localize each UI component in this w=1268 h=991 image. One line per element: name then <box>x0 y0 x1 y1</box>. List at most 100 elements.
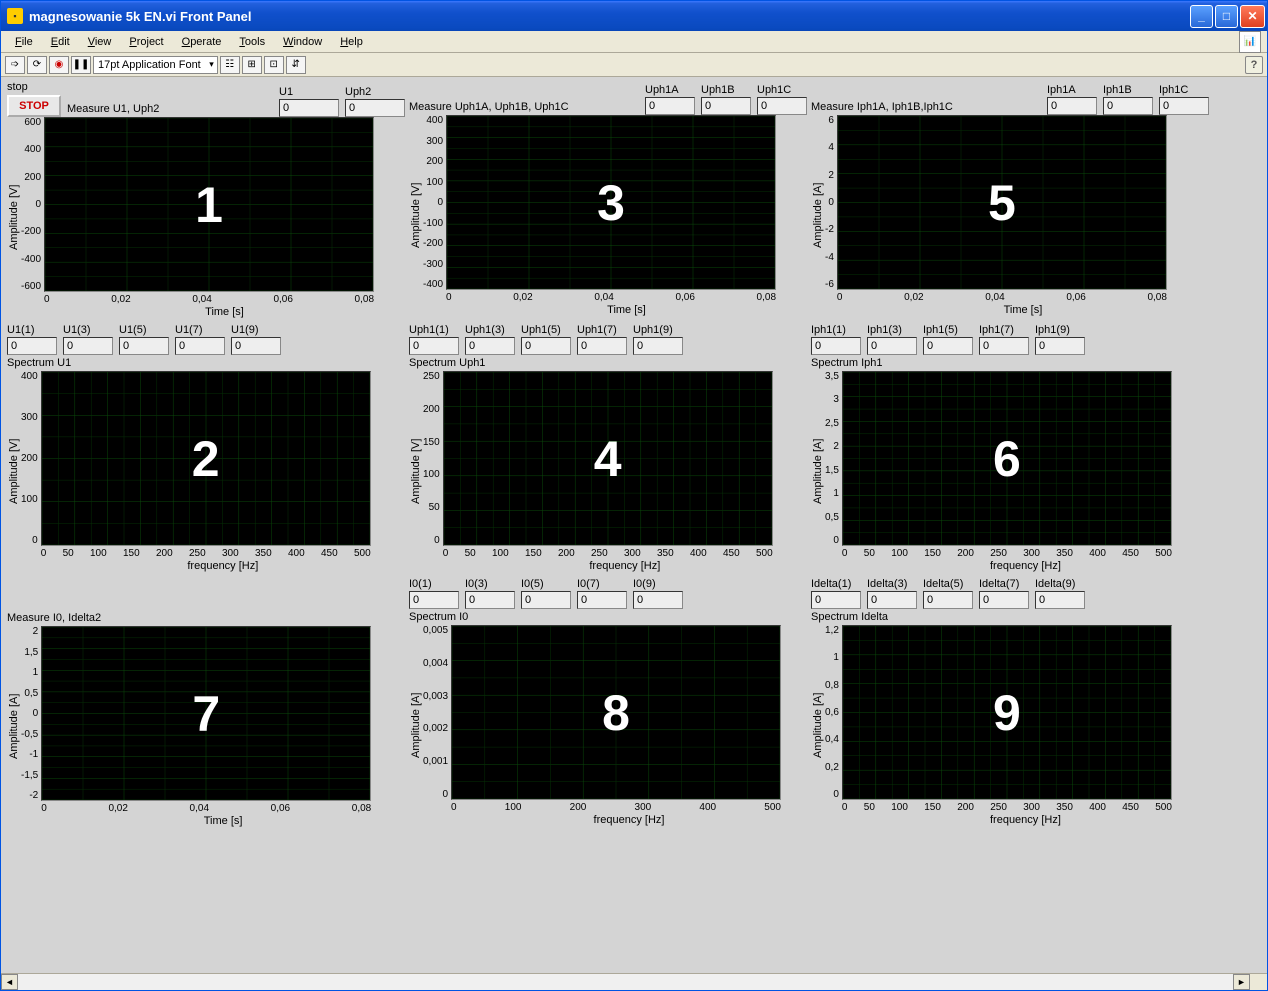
idelta-9-input[interactable] <box>1035 591 1085 609</box>
reorder-button[interactable]: ⇵ <box>286 56 306 74</box>
i0-5-input[interactable] <box>521 591 571 609</box>
idelta-1-input[interactable] <box>811 591 861 609</box>
i0-1-input[interactable] <box>409 591 459 609</box>
menu-operate[interactable]: Operate <box>174 34 230 50</box>
chart-c7[interactable]: Amplitude [A] 21,510,50-0,5-1-1,5-2 7 00… <box>7 626 405 827</box>
uph2-input[interactable] <box>345 99 405 117</box>
pause-button[interactable]: ❚❚ <box>71 56 91 74</box>
i0-9-input[interactable] <box>633 591 683 609</box>
u1-input[interactable] <box>279 99 339 117</box>
u1-5-input[interactable] <box>119 337 169 355</box>
chart-c1[interactable]: Amplitude [V] 6004002000-200-400-600 1 0… <box>7 117 405 318</box>
chart-c3-ylabel: Amplitude [V] <box>409 115 423 316</box>
iph1c-label: Iph1C <box>1159 84 1209 96</box>
run-button[interactable]: ➩ <box>5 56 25 74</box>
scroll-corner <box>1250 974 1267 990</box>
horizontal-scrollbar[interactable]: ◄ ► <box>1 973 1267 990</box>
titlebar: ▪ magnesowanie 5k EN.vi Front Panel _ □ … <box>1 1 1267 31</box>
u1-3-input[interactable] <box>63 337 113 355</box>
close-button[interactable]: ✕ <box>1240 5 1265 28</box>
iph1c-input[interactable] <box>1159 97 1209 115</box>
chart-c2-yticks: 4003002001000 <box>21 371 41 546</box>
chart1-title: Measure U1, Uph2 <box>67 103 159 115</box>
chart8-title: Spectrum I0 <box>409 611 807 623</box>
font-selector[interactable]: 17pt Application Font <box>93 56 218 74</box>
iph1-5-input[interactable] <box>923 337 973 355</box>
idelta-7-input[interactable] <box>979 591 1029 609</box>
iph1-3-input[interactable] <box>867 337 917 355</box>
resize-button[interactable]: ⊡ <box>264 56 284 74</box>
uph1-5-input[interactable] <box>521 337 571 355</box>
chart2-title: Spectrum U1 <box>7 357 405 369</box>
uph1a-input[interactable] <box>645 97 695 115</box>
idelta-3-input[interactable] <box>867 591 917 609</box>
iph1-9-input[interactable] <box>1035 337 1085 355</box>
chart-c2-plot[interactable]: 2 <box>41 371 371 546</box>
chart-c1-plot[interactable]: 1 <box>44 117 374 292</box>
menubar: File Edit View Project Operate Tools Win… <box>1 31 1267 53</box>
chart-c8-yticks: 0,0050,0040,0030,0020,0010 <box>423 625 451 800</box>
menu-file[interactable]: File <box>7 34 41 50</box>
menu-project[interactable]: Project <box>121 34 171 50</box>
chart-c6-plot[interactable]: 6 <box>842 371 1172 546</box>
chart-c4-plot[interactable]: 4 <box>443 371 773 546</box>
chart-c8-plot[interactable]: 8 <box>451 625 781 800</box>
uph1c-input[interactable] <box>757 97 807 115</box>
menu-edit[interactable]: Edit <box>43 34 78 50</box>
abort-button[interactable]: ◉ <box>49 56 69 74</box>
chart-c5[interactable]: Amplitude [A] 6420-2-4-6 5 00,020,040,06… <box>811 115 1209 316</box>
chart4-title: Spectrum Uph1 <box>409 357 807 369</box>
chart-c5-yticks: 6420-2-4-6 <box>825 115 837 290</box>
stop-button[interactable]: STOP <box>7 95 61 117</box>
chart-c7-xticks: 00,020,040,060,08 <box>41 801 371 814</box>
run-continuously-button[interactable]: ⟳ <box>27 56 47 74</box>
u1-9-input[interactable] <box>231 337 281 355</box>
help-button[interactable]: ? <box>1245 56 1263 74</box>
chart-c3-plot[interactable]: 3 <box>446 115 776 290</box>
iph1b-label: Iph1B <box>1103 84 1153 96</box>
menu-help[interactable]: Help <box>332 34 371 50</box>
maximize-button[interactable]: □ <box>1215 5 1238 28</box>
chart-c3[interactable]: Amplitude [V] 4003002001000-100-200-300-… <box>409 115 807 316</box>
chart-c9[interactable]: Amplitude [A] 1,210,80,60,40,20 9 050100… <box>811 625 1209 826</box>
uph1c-label: Uph1C <box>757 84 807 96</box>
chart-c8[interactable]: Amplitude [A] 0,0050,0040,0030,0020,0010… <box>409 625 807 826</box>
chart-c5-plot[interactable]: 5 <box>837 115 1167 290</box>
menu-tools[interactable]: Tools <box>231 34 273 50</box>
chart-c4[interactable]: Amplitude [V] 250200150100500 4 05010015… <box>409 371 807 572</box>
u1-1-input[interactable] <box>7 337 57 355</box>
scroll-right-button[interactable]: ► <box>1233 974 1250 990</box>
uph1-9-input[interactable] <box>633 337 683 355</box>
iph1-1-input[interactable] <box>811 337 861 355</box>
uph1-3-input[interactable] <box>465 337 515 355</box>
uph1-7-input[interactable] <box>577 337 627 355</box>
chart-c2-xticks: 050100150200250300350400450500 <box>41 546 371 559</box>
menu-window[interactable]: Window <box>275 34 330 50</box>
align-button[interactable]: ☷ <box>220 56 240 74</box>
chart-c7-plot[interactable]: 7 <box>41 626 371 801</box>
scroll-track[interactable] <box>18 974 1233 990</box>
uph1b-input[interactable] <box>701 97 751 115</box>
chart-c2-xlabel: frequency [Hz] <box>41 559 405 572</box>
chart-c9-plot[interactable]: 9 <box>842 625 1172 800</box>
menu-view[interactable]: View <box>80 34 120 50</box>
iph1-7-input[interactable] <box>979 337 1029 355</box>
scroll-left-button[interactable]: ◄ <box>1 974 18 990</box>
chart-c8-xticks: 0100200300400500 <box>451 800 781 813</box>
chart3-title: Measure Uph1A, Uph1B, Uph1C <box>409 101 569 113</box>
toolbar: ➩ ⟳ ◉ ❚❚ 17pt Application Font ☷ ⊞ ⊡ ⇵ ? <box>1 53 1267 77</box>
iph1b-input[interactable] <box>1103 97 1153 115</box>
chart-c2[interactable]: Amplitude [V] 4003002001000 2 0501001502… <box>7 371 405 572</box>
chart-c5-xlabel: Time [s] <box>837 303 1209 316</box>
i0-7-input[interactable] <box>577 591 627 609</box>
u1-7-input[interactable] <box>175 337 225 355</box>
chart-c6[interactable]: Amplitude [A] 3,532,521,510,50 6 0501001… <box>811 371 1209 572</box>
minimize-button[interactable]: _ <box>1190 5 1213 28</box>
iph1a-input[interactable] <box>1047 97 1097 115</box>
labview-icon[interactable]: 📊 <box>1239 31 1261 53</box>
i0-3-input[interactable] <box>465 591 515 609</box>
uph1-1-input[interactable] <box>409 337 459 355</box>
distribute-button[interactable]: ⊞ <box>242 56 262 74</box>
chart-c3-yticks: 4003002001000-100-200-300-400 <box>423 115 446 290</box>
idelta-5-input[interactable] <box>923 591 973 609</box>
